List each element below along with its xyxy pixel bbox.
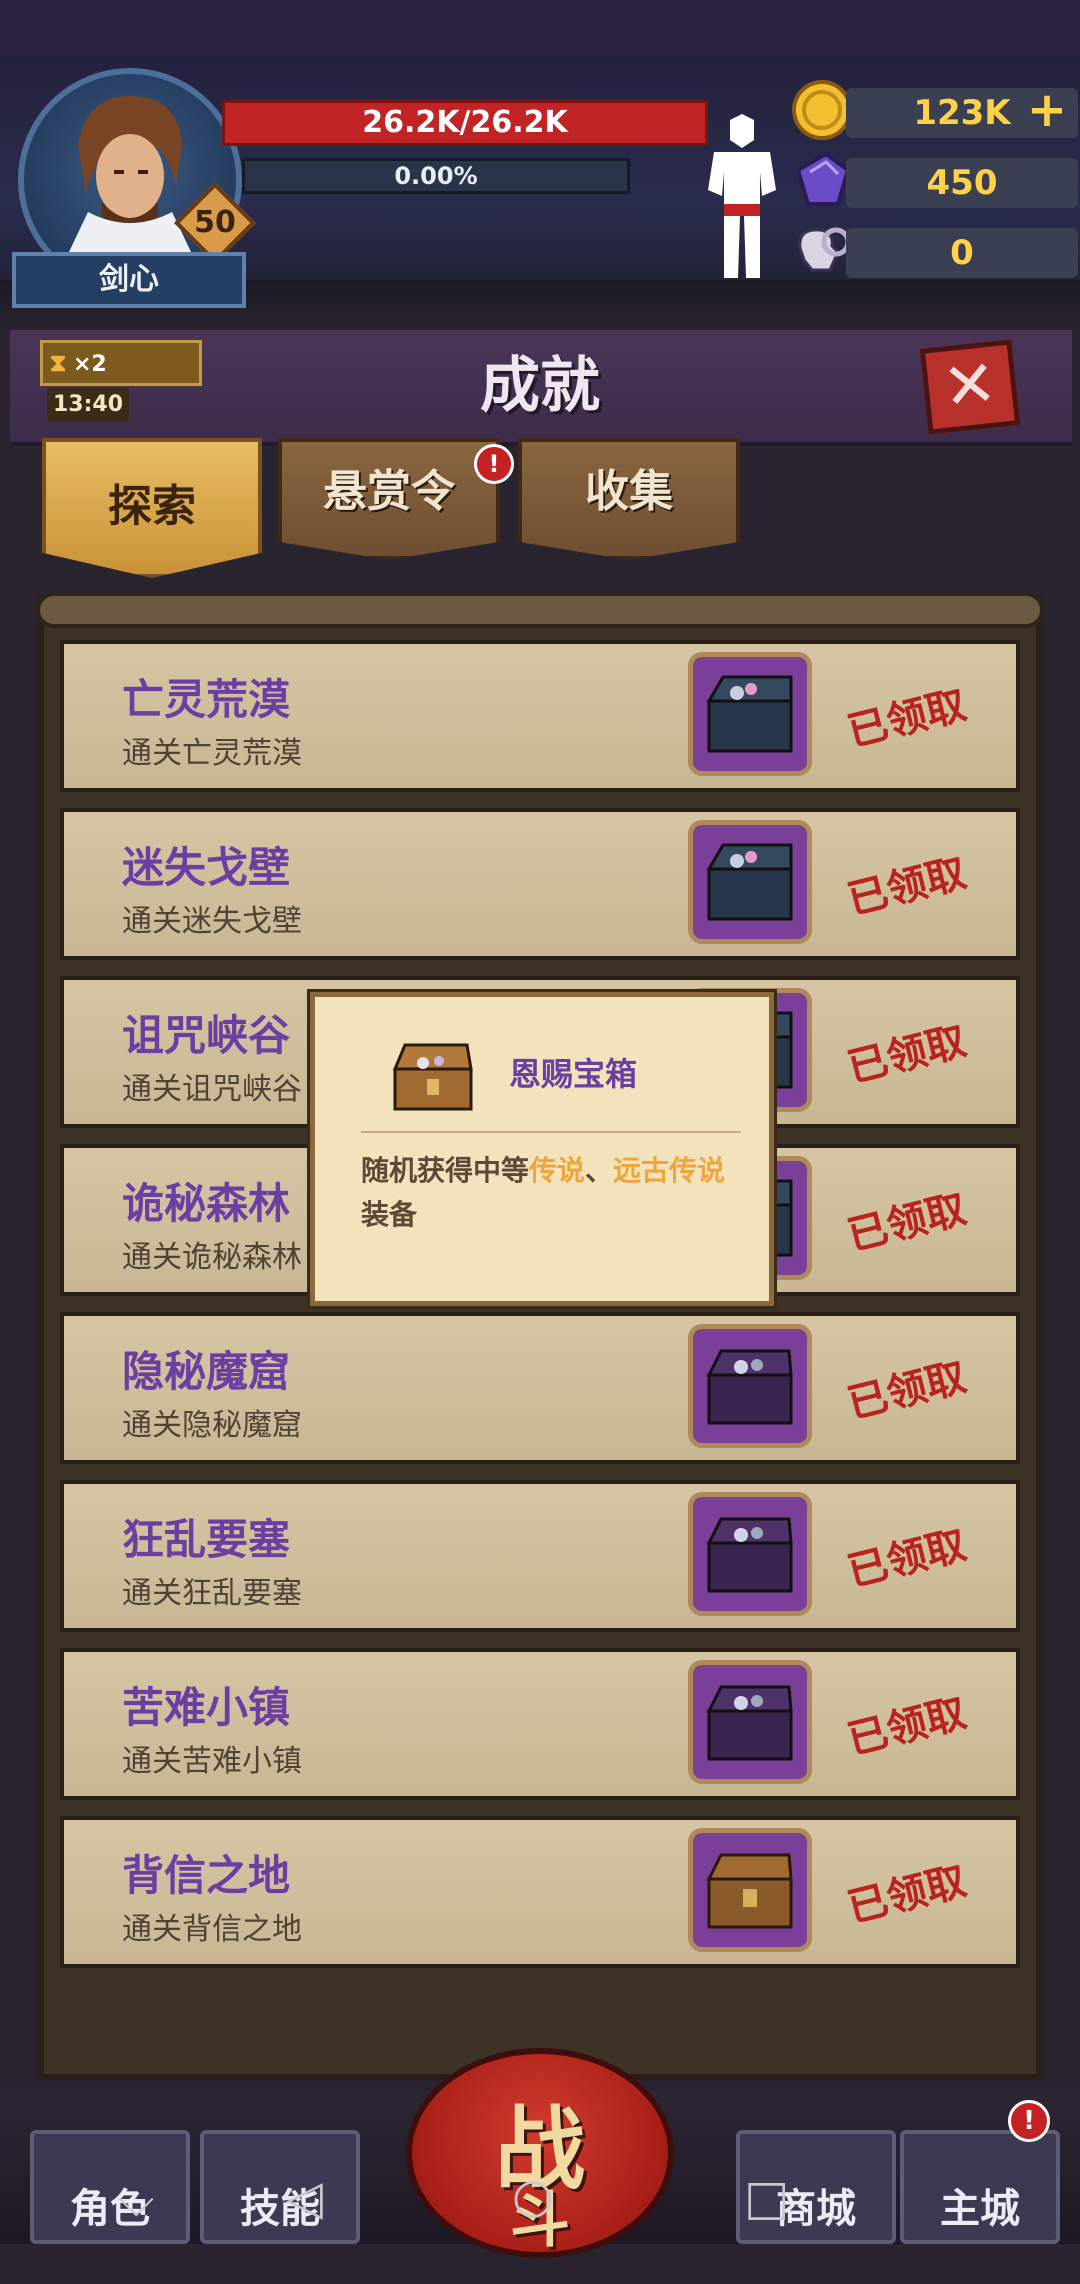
player-level: 50 [194,205,236,240]
achievement-title: 迷失戈壁 [122,843,291,892]
purple-chest-icon[interactable] [688,1324,812,1448]
hp-bar: 26.2K/26.2K [222,100,708,146]
system-recents-icon[interactable]: □ [744,2170,789,2226]
claimed-status: 已领取 [843,1186,971,1260]
tab-explore[interactable]: 探索 [42,438,262,578]
claimed-status: 已领取 [843,682,971,756]
tooltip-highlight-ancient: 远古传说 [613,1154,726,1187]
gem-amount: 450 [846,158,1078,208]
claimed-status: 已领取 [843,1690,971,1764]
ram-skull-icon [798,227,851,272]
system-back-icon[interactable]: ◁ [286,2170,323,2226]
achievement-title: 隐秘魔窟 [122,1347,291,1396]
achievement-list[interactable]: 亡灵荒漠 通关亡灵荒漠 已领取 迷失戈壁 通关迷失戈壁 已领取 诅咒峡谷 通关诅… [60,640,1020,1984]
tooltip-description: 随机获得中等传说、远古传说装备 [361,1149,741,1237]
achievement-subtitle: 通关诅咒峡谷 [122,1072,302,1107]
system-menu-icon[interactable]: ⌵ [118,2172,154,2229]
achievement-subtitle: 通关诡秘森林 [122,1240,302,1275]
dark-blue-chest-icon[interactable] [688,652,812,776]
hero-portrait-icon [68,95,192,254]
achievement-row[interactable]: 迷失戈壁 通关迷失戈壁 已领取 [60,808,1020,960]
battle-button[interactable]: 战 斗 [406,2048,674,2258]
hourglass-icon: ⧗ [49,349,67,377]
achievement-subtitle: 通关亡灵荒漠 [122,736,302,771]
achievement-subtitle: 通关背信之地 [122,1912,302,1947]
achievement-title: 苦难小镇 [122,1683,291,1732]
tab-collection[interactable]: 收集 [518,438,740,560]
purple-chest-icon[interactable] [688,1492,812,1616]
nav-city[interactable]: 主城 [900,2130,1060,2244]
city-alert-badge: ! [1008,2100,1050,2142]
achievement-title: 亡灵荒漠 [122,675,291,724]
horn-amount: 0 [846,228,1078,278]
achievement-title: 诡秘森林 [122,1179,291,1228]
buff-time: 13:40 [47,388,130,422]
buff-timer[interactable]: ⧗ ×2 13:40 [40,340,202,422]
tooltip-desc-prefix: 随机获得中等 [361,1154,530,1187]
blessing-chest-icon [392,1043,473,1111]
achievement-subtitle: 通关迷失戈壁 [122,904,302,939]
system-home-icon[interactable]: ○ [512,2168,554,2224]
claimed-status: 已领取 [843,850,971,924]
xp-bar: 0.00% [242,158,630,194]
add-gold-button[interactable]: + [1024,86,1070,134]
achievement-subtitle: 通关苦难小镇 [122,1744,302,1779]
achievement-subtitle: 通关隐秘魔窟 [122,1408,302,1443]
gold-coin-icon [792,80,852,140]
claimed-status: 已领取 [843,1858,971,1932]
achievement-title: 背信之地 [122,1851,291,1900]
tooltip-desc-suffix: 装备 [361,1198,418,1231]
achievement-subtitle: 通关狂乱要塞 [122,1576,302,1611]
gem-icon [795,151,851,206]
equipment-figure-icon[interactable] [700,112,784,282]
wooden-chest-icon[interactable] [688,1828,812,1952]
achievement-title: 诅咒峡谷 [122,1011,291,1060]
close-button[interactable]: ✕ [919,339,1021,435]
achievement-row[interactable]: 背信之地 通关背信之地 已领取 [60,1816,1020,1968]
bounty-alert-badge: ! [474,444,514,484]
tab-bounty[interactable]: 悬赏令 [278,438,500,560]
tooltip-highlight-legendary: 传说 [529,1154,586,1187]
nav-character[interactable]: 角色 [30,2130,190,2244]
page-title: 成就 [480,351,600,421]
achievement-title: 狂乱要塞 [122,1515,291,1564]
claimed-status: 已领取 [843,1354,971,1428]
buff-multiplier: ×2 [73,352,107,377]
achievement-row[interactable]: 苦难小镇 通关苦难小镇 已领取 [60,1648,1020,1800]
achievement-row[interactable]: 亡灵荒漠 通关亡灵荒漠 已领取 [60,640,1020,792]
tooltip-title: 恩赐宝箱 [509,1055,638,1093]
tooltip-divider [361,1131,741,1133]
purple-chest-icon[interactable] [688,1660,812,1784]
dark-blue-chest-icon[interactable] [688,820,812,944]
player-name: 剑心 [12,252,246,308]
tooltip-desc-separator: 、 [585,1154,614,1187]
nav-skills[interactable]: 技能 [200,2130,360,2244]
claimed-status: 已领取 [843,1018,971,1092]
chest-tooltip: 恩赐宝箱 随机获得中等传说、远古传说装备 [310,992,774,1306]
claimed-status: 已领取 [843,1522,971,1596]
scroll-roller [36,592,1044,628]
status-strip [0,0,1080,54]
achievement-row[interactable]: 隐秘魔窟 通关隐秘魔窟 已领取 [60,1312,1020,1464]
achievement-row[interactable]: 狂乱要塞 通关狂乱要塞 已领取 [60,1480,1020,1632]
